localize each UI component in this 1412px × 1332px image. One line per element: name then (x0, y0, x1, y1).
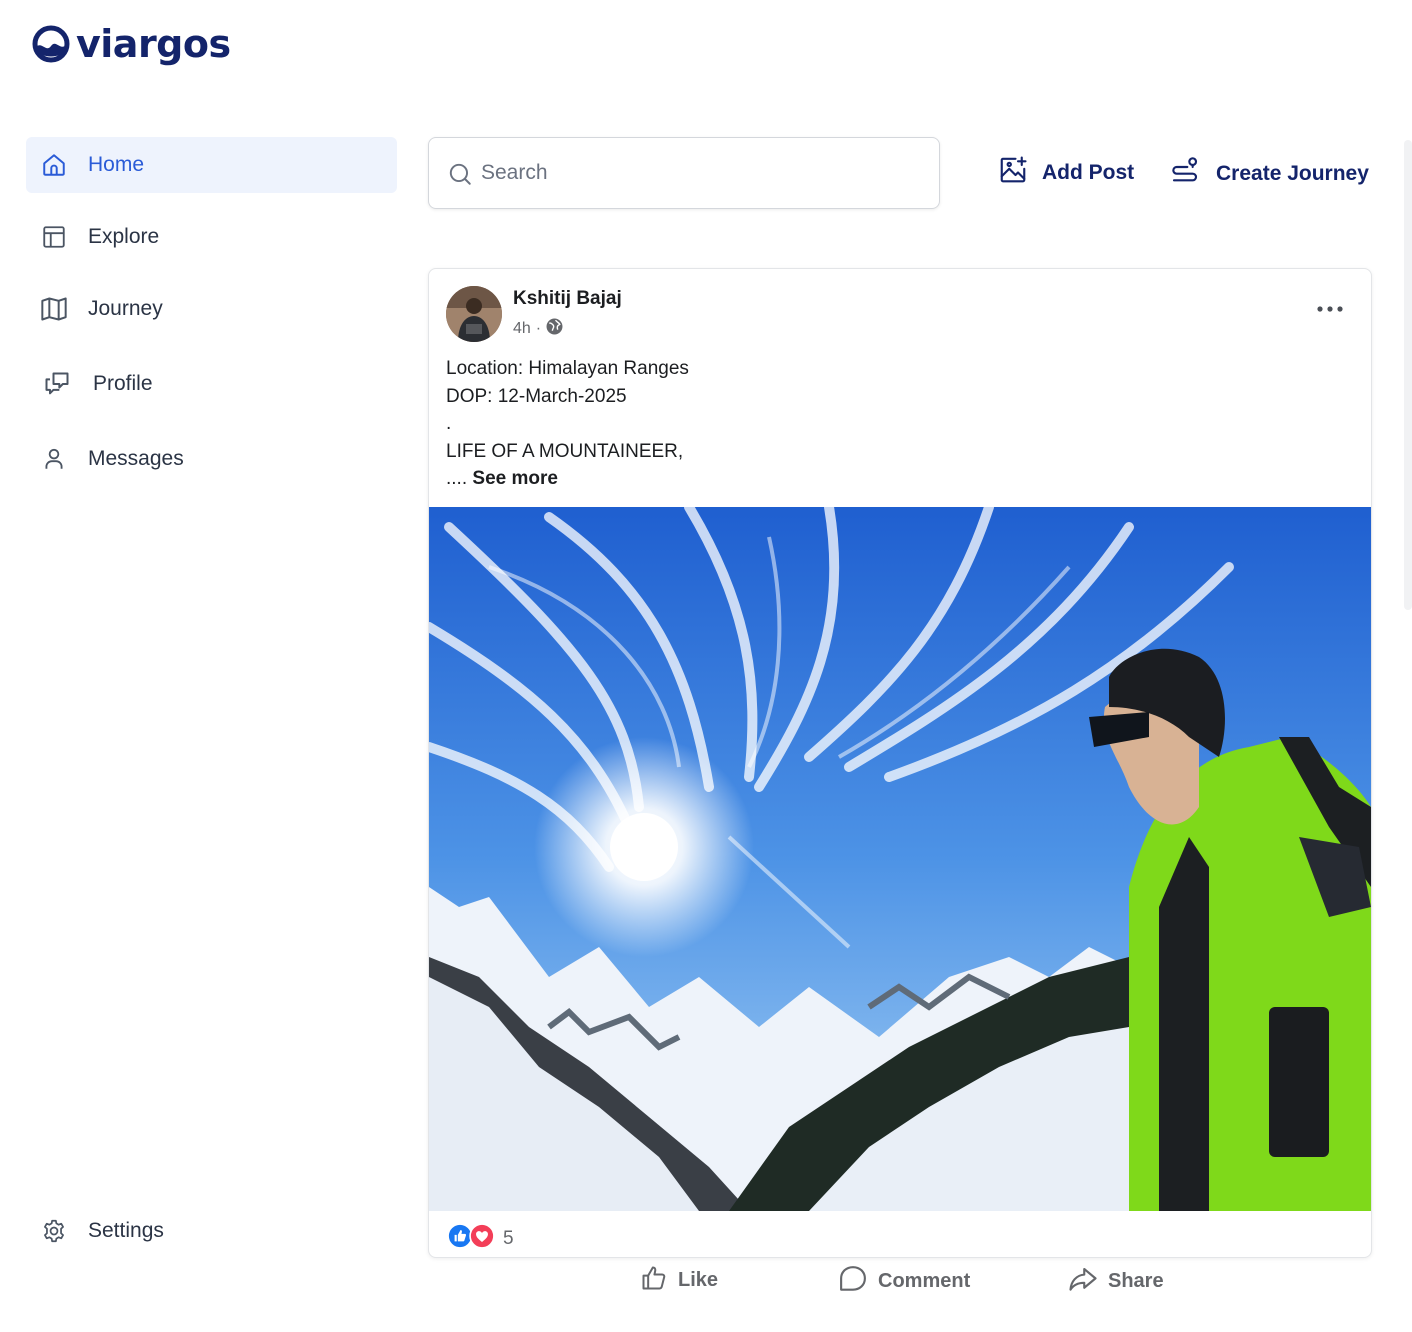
create-journey-label: Create Journey (1216, 161, 1369, 185)
sidebar-item-profile[interactable]: Profile (26, 356, 397, 412)
sidebar-item-label: Journey (88, 297, 163, 320)
gear-icon (40, 1217, 68, 1245)
see-more-link[interactable]: See more (472, 468, 558, 489)
sidebar-item-explore[interactable]: Explore (26, 209, 397, 265)
sidebar-item-label: Explore (88, 225, 160, 248)
post-line-dot: . (446, 413, 452, 434)
reaction-summary[interactable]: 5 (447, 1223, 514, 1254)
comment-button[interactable]: Comment (838, 1264, 970, 1299)
comment-label: Comment (878, 1270, 971, 1292)
add-post-label: Add Post (1042, 160, 1135, 184)
search-bar (428, 137, 940, 209)
settings-label: Settings (88, 1219, 164, 1242)
sidebar-item-label: Messages (88, 447, 184, 470)
brand-logo[interactable]: viargos (32, 22, 231, 66)
like-label: Like (678, 1269, 719, 1291)
create-journey-button[interactable]: Create Journey (1170, 155, 1369, 192)
post-ellipsis: .... (446, 468, 473, 489)
logo-icon (32, 25, 70, 63)
map-icon (40, 295, 68, 323)
post-meta: 4h · (513, 318, 563, 340)
post-line-location: Location: Himalayan Ranges (446, 358, 689, 379)
avatar[interactable] (446, 286, 502, 342)
chat-icon (43, 370, 71, 398)
globe-icon (546, 318, 563, 340)
sidebar-item-label: Home (88, 153, 145, 176)
thumbs-up-icon (640, 1264, 668, 1297)
sidebar-item-settings[interactable]: Settings (26, 1203, 397, 1259)
scrollbar[interactable] (1404, 140, 1412, 610)
post-body: Location: Himalayan Ranges DOP: 12-March… (446, 355, 689, 493)
love-reaction-icon (469, 1223, 495, 1254)
sidebar-item-home[interactable]: Home (26, 137, 397, 193)
home-icon (40, 151, 68, 179)
sidebar-item-journey[interactable]: Journey (26, 281, 397, 337)
brand-name: viargos (76, 22, 231, 66)
share-icon (1068, 1264, 1098, 1299)
share-label: Share (1108, 1270, 1164, 1292)
reaction-count: 5 (503, 1227, 514, 1249)
sidebar-item-messages[interactable]: Messages (26, 431, 397, 487)
meta-separator: · (535, 320, 542, 337)
search-input[interactable] (481, 156, 921, 190)
sidebar-item-label: Profile (93, 372, 153, 395)
route-icon (1170, 155, 1202, 192)
post-line-dop: DOP: 12-March-2025 (446, 385, 627, 407)
post-line-title: LIFE OF A MOUNTAINEER, (446, 440, 684, 462)
post-time[interactable]: 4h (513, 320, 531, 338)
user-icon (40, 445, 68, 473)
post-card: Kshitij Bajaj 4h · Location: Himalayan R… (428, 268, 1372, 1258)
image-plus-icon (998, 155, 1028, 190)
post-photo[interactable] (429, 507, 1371, 1211)
like-button[interactable]: Like (640, 1264, 718, 1297)
more-options-button[interactable] (1317, 299, 1343, 317)
comment-icon (838, 1264, 868, 1299)
layout-icon (40, 223, 68, 251)
post-author[interactable]: Kshitij Bajaj (513, 288, 622, 310)
share-button[interactable]: Share (1068, 1264, 1164, 1299)
search-icon (447, 161, 473, 192)
add-post-button[interactable]: Add Post (998, 155, 1134, 190)
post-line-more: .... See more (446, 465, 689, 493)
